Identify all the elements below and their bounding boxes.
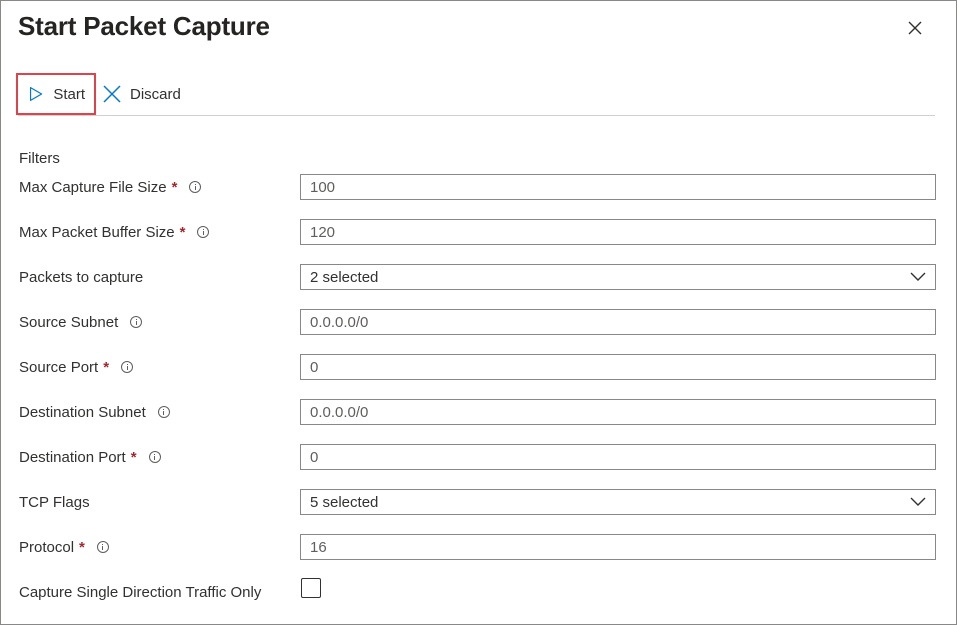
destination-port-input[interactable]: 0 — [300, 444, 936, 470]
field-label: Capture Single Direction Traffic Only — [19, 583, 262, 601]
discard-x-icon — [103, 85, 121, 103]
source-subnet-input[interactable]: 0.0.0.0/0 — [300, 309, 936, 335]
required-marker: * — [103, 358, 110, 376]
field-label: Source Port — [19, 358, 99, 376]
tcp-flags-dropdown[interactable]: 5 selected — [300, 489, 936, 515]
info-icon[interactable] — [157, 406, 170, 418]
field-value: 0 — [310, 448, 319, 466]
max-packet-buffer-size-label: Max Packet Buffer Size * — [19, 219, 210, 245]
field-value: 0.0.0.0/0 — [310, 403, 369, 421]
discard-button[interactable]: Discard — [96, 73, 181, 115]
field-label: Source Subnet — [19, 313, 119, 331]
field-value: 120 — [310, 223, 336, 241]
field-label: Protocol — [19, 538, 75, 556]
required-marker: * — [79, 538, 85, 556]
info-icon[interactable] — [148, 451, 161, 463]
required-marker: * — [179, 223, 186, 241]
toolbar: Start Discard — [16, 73, 181, 115]
info-icon[interactable] — [197, 226, 210, 238]
single-direction-checkbox[interactable] — [301, 578, 321, 598]
play-icon — [29, 87, 43, 101]
source-port-input[interactable]: 0 — [300, 354, 936, 380]
max-capture-file-size-input[interactable]: 100 — [300, 174, 936, 200]
close-button[interactable] — [904, 17, 926, 39]
info-icon[interactable] — [130, 316, 143, 328]
protocol-label: Protocol * — [19, 534, 109, 560]
packets-to-capture-label: Packets to capture — [19, 264, 143, 290]
dropdown-value: 2 selected — [310, 268, 379, 286]
field-label: TCP Flags — [19, 493, 90, 511]
source-subnet-label: Source Subnet — [19, 309, 143, 335]
field-label: Max Packet Buffer Size — [19, 223, 175, 241]
chevron-down-icon — [910, 272, 926, 281]
max-packet-buffer-size-input[interactable]: 120 — [300, 219, 936, 245]
single-direction-label: Capture Single Direction Traffic Only — [19, 579, 261, 605]
field-value: 0 — [310, 358, 319, 376]
toolbar-divider — [18, 115, 935, 116]
tcp-flags-label: TCP Flags — [19, 489, 90, 515]
field-label: Packets to capture — [19, 268, 144, 286]
field-label: Destination Port — [19, 448, 126, 466]
start-button-label: Start — [53, 85, 85, 103]
filters-section-label: Filters — [19, 150, 60, 167]
start-button[interactable]: Start — [16, 73, 96, 115]
field-label: Destination Subnet — [19, 403, 146, 421]
field-value: 0.0.0.0/0 — [310, 313, 369, 331]
packets-to-capture-dropdown[interactable]: 2 selected — [300, 264, 936, 290]
protocol-input[interactable]: 16 — [300, 534, 936, 560]
field-value: 100 — [310, 178, 336, 196]
dropdown-value: 5 selected — [310, 493, 379, 511]
destination-subnet-label: Destination Subnet — [19, 399, 170, 425]
source-port-label: Source Port * — [19, 354, 134, 380]
destination-subnet-input[interactable]: 0.0.0.0/0 — [300, 399, 936, 425]
destination-port-label: Destination Port * — [19, 444, 161, 470]
max-capture-file-size-label: Max Capture File Size * — [19, 174, 202, 200]
info-icon[interactable] — [189, 181, 202, 193]
field-label: Max Capture File Size — [19, 178, 167, 196]
page-title: Start Packet Capture — [18, 11, 270, 41]
required-marker: * — [171, 178, 178, 196]
chevron-down-icon — [910, 497, 926, 506]
start-packet-capture-panel: Start Packet Capture Start Discard Filte… — [0, 0, 957, 625]
required-marker: * — [130, 448, 137, 466]
info-icon[interactable] — [96, 541, 109, 553]
discard-button-label: Discard — [130, 85, 181, 103]
info-icon[interactable] — [121, 361, 134, 373]
field-value: 16 — [310, 538, 327, 556]
close-icon — [908, 21, 922, 35]
